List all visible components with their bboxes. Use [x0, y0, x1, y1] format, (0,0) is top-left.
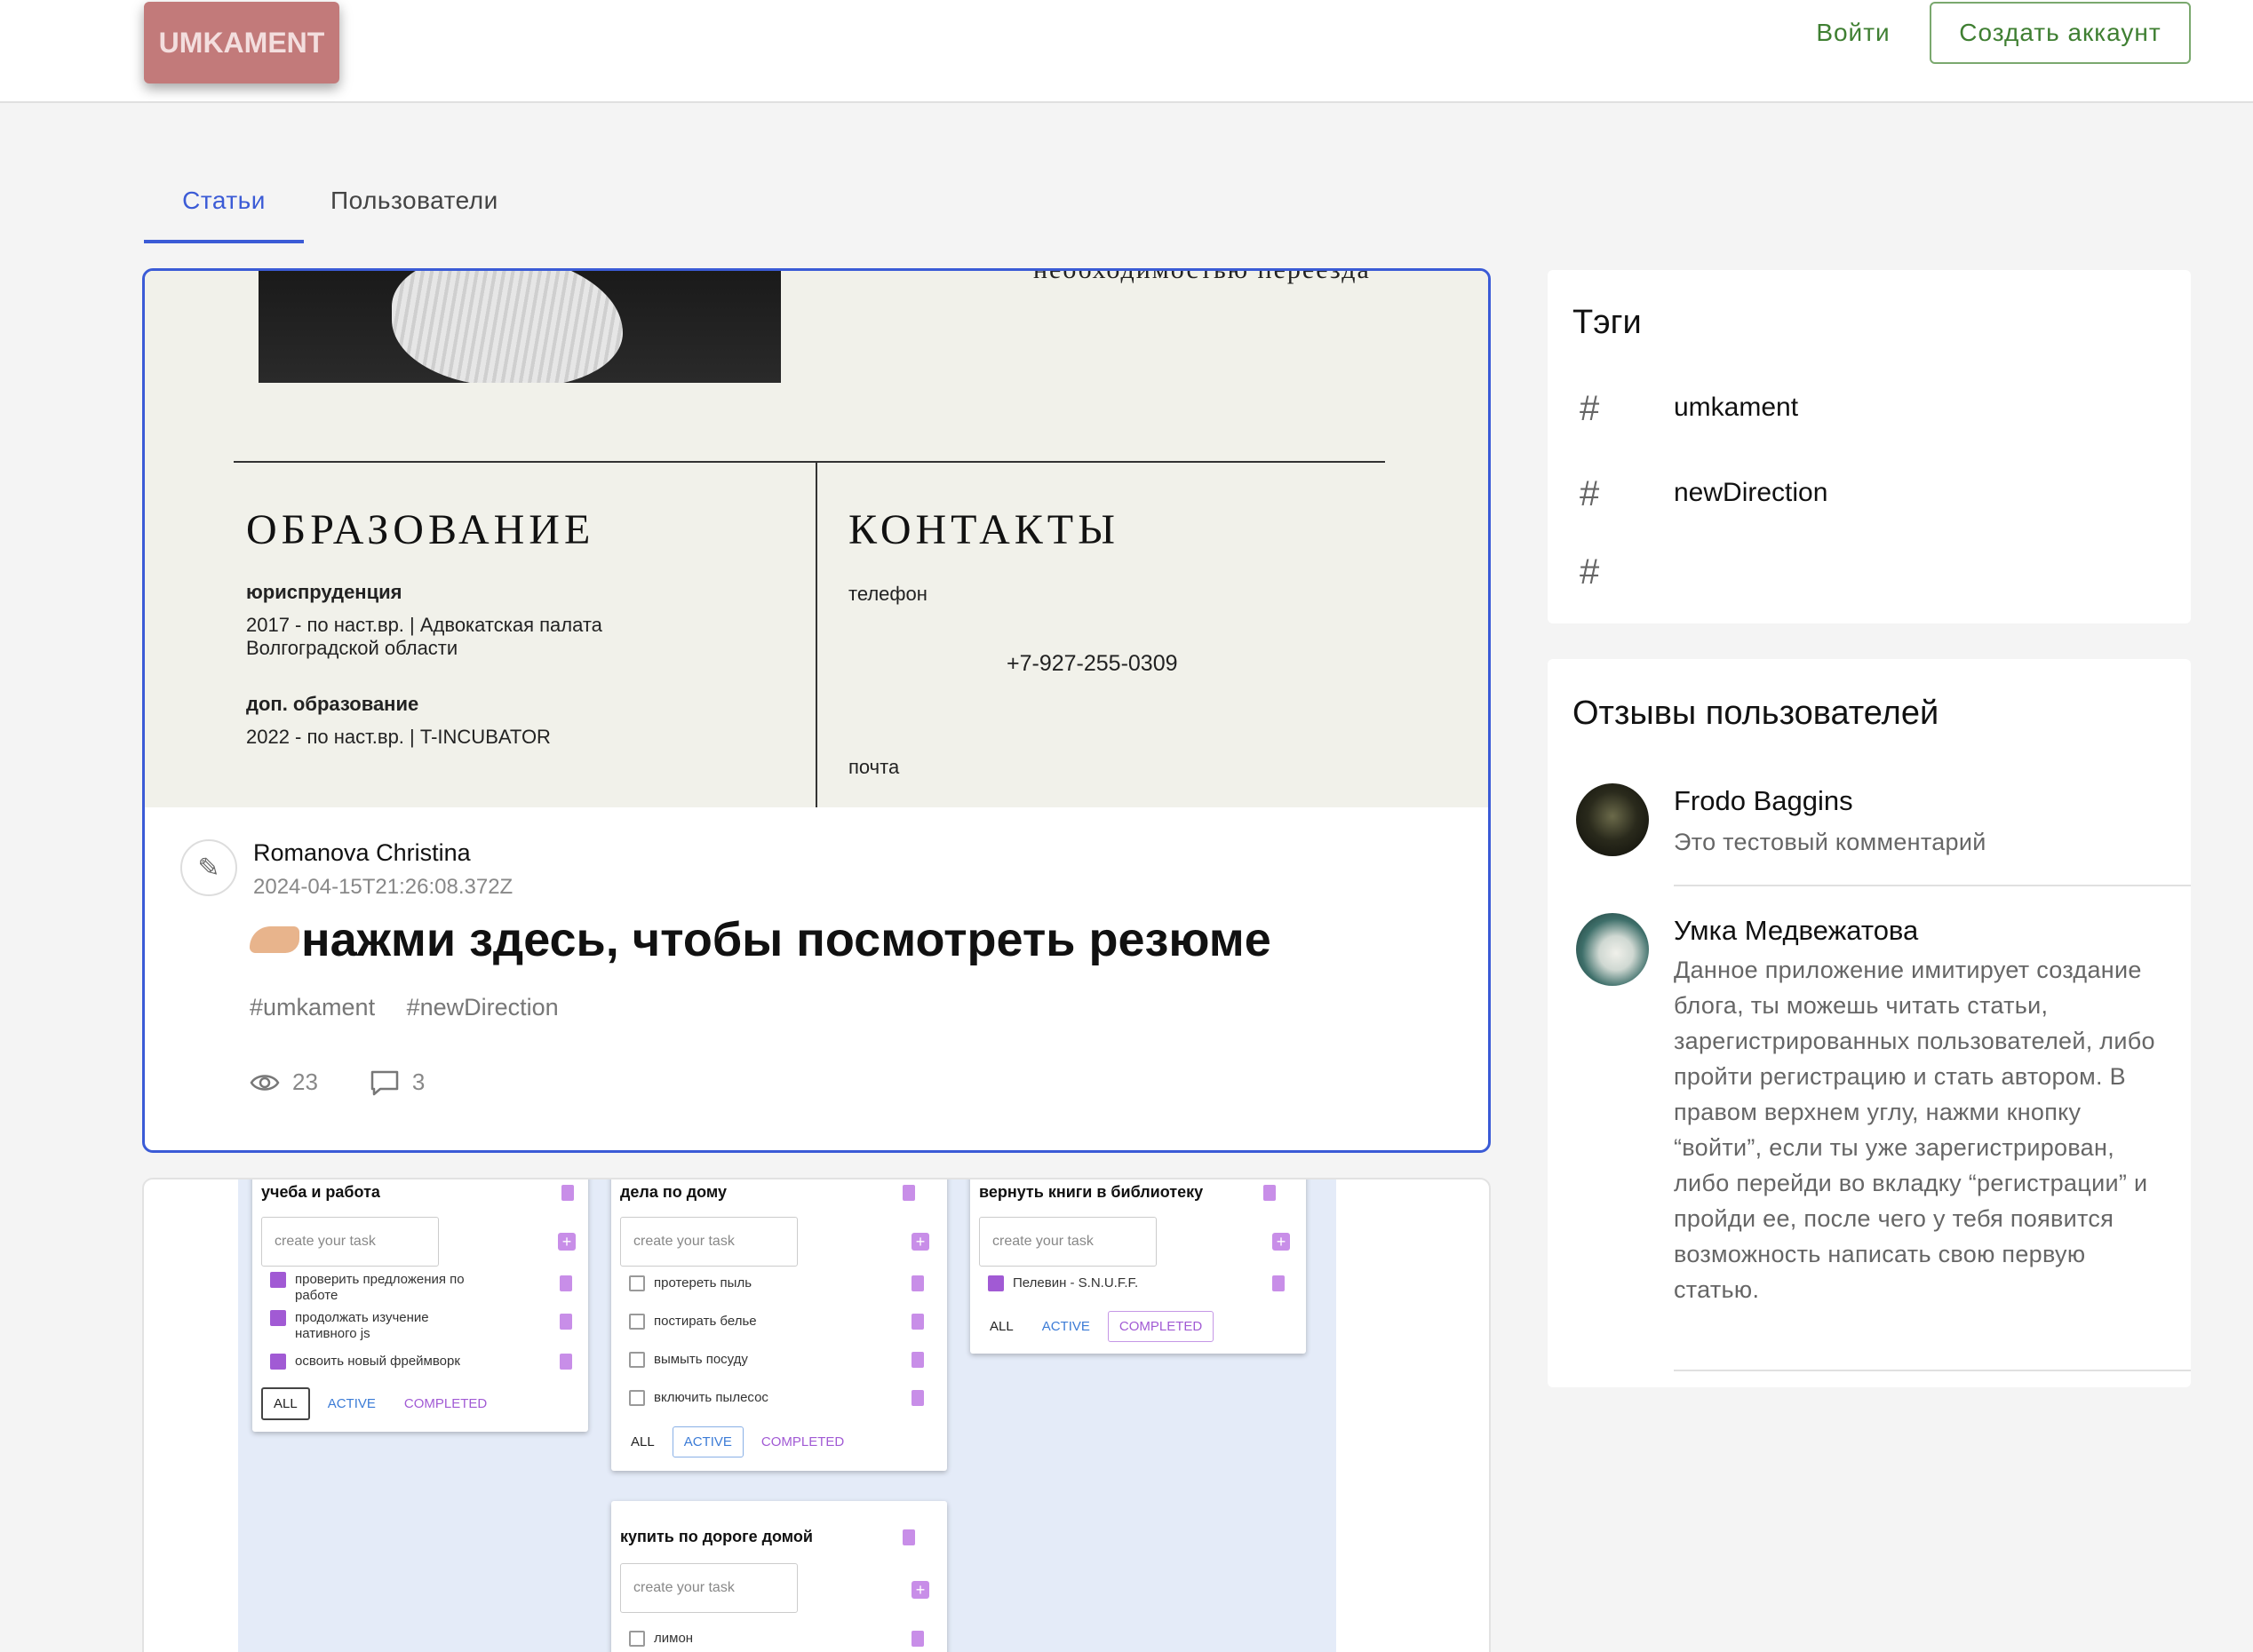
resume-text: необходимостью переезда [1033, 271, 1371, 285]
login-button[interactable]: Войти [1800, 2, 1907, 64]
trash-icon [912, 1352, 924, 1368]
todo-filters: ALL ACTIVE COMPLETED [261, 1387, 498, 1420]
article-tags: #umkament #newDirection [250, 994, 584, 1021]
author-avatar[interactable]: ✎ [180, 839, 237, 896]
add-task-icon: + [912, 1233, 929, 1251]
pointing-hand-icon [250, 925, 299, 953]
comment-icon [370, 1070, 399, 1095]
add-task-icon: + [558, 1233, 576, 1251]
trash-icon [1272, 1275, 1285, 1291]
trash-icon [560, 1354, 572, 1370]
tags-title: Тэги [1572, 304, 1642, 341]
resume-text: 2022 - по наст.вр. | T-INCUBATOR [246, 726, 551, 748]
todo-filters: ALL ACTIVE COMPLETED [620, 1426, 855, 1457]
review-text: Это тестовый комментарий [1674, 829, 1986, 855]
trash-icon [560, 1314, 572, 1330]
todo-input: create your task [620, 1563, 798, 1613]
create-account-button[interactable]: Создать аккаунт [1930, 2, 2191, 64]
todo-list-card: купить по дороге домой create your task … [611, 1501, 947, 1652]
trash-icon [560, 1275, 572, 1291]
todo-item: проверить предложения по работе [270, 1272, 499, 1304]
article-stats: 23 3 [250, 1068, 425, 1096]
eye-icon [250, 1074, 280, 1091]
article-cover-image: учеба и работа create your task + провер… [238, 1179, 1336, 1652]
review-text: Данное приложение имитирует создание бло… [1674, 957, 2155, 1303]
trash-icon [1263, 1185, 1276, 1201]
trash-icon [912, 1275, 924, 1291]
add-task-icon: + [912, 1581, 929, 1599]
resume-text: 2017 - по наст.вр. | Адвокатская палата [246, 614, 602, 636]
review-author[interactable]: Frodo Baggins [1674, 785, 1853, 817]
trash-icon [561, 1185, 574, 1201]
article-card[interactable]: необходимостью переезда ОБРАЗОВАНИЕ КОНТ… [142, 268, 1491, 1153]
tag-item[interactable]: umkament [1674, 393, 1798, 423]
hash-icon: # [1580, 389, 1600, 428]
todo-item: постирать белье [629, 1314, 757, 1330]
comments-count: 3 [411, 1068, 426, 1095]
trash-icon [903, 1185, 915, 1201]
todo-item: продолжать изучение нативного js [270, 1310, 473, 1342]
todo-item: вымыть посуду [629, 1352, 748, 1368]
reviews-panel: Отзывы пользователей Frodo Baggins Это т… [1548, 659, 2191, 1387]
article-date: 2024-04-15T21:26:08.372Z [253, 875, 513, 899]
trash-icon [903, 1529, 915, 1545]
resume-text: Волгоградской области [246, 637, 458, 659]
todo-list-card: учеба и работа create your task + провер… [252, 1179, 588, 1432]
todo-list-card: вернуть книги в библиотеку create your t… [970, 1179, 1306, 1354]
reviews-title: Отзывы пользователей [1572, 695, 1939, 732]
resume-text: юриспруденция [246, 581, 402, 603]
article-cover-image: необходимостью переезда ОБРАЗОВАНИЕ КОНТ… [145, 271, 1488, 807]
avatar[interactable] [1576, 913, 1649, 986]
todo-list-card: дела по дому create your task + протерет… [611, 1179, 947, 1471]
todo-list-title: вернуть книги в библиотеку [979, 1183, 1204, 1201]
todo-list-title: купить по дороге домой [620, 1528, 813, 1545]
hash-icon: # [1580, 474, 1600, 513]
app-header: UMKAMENT Войти Создать аккаунт [0, 0, 2253, 103]
trash-icon [912, 1314, 924, 1330]
resume-text: доп. образование [246, 693, 419, 715]
todo-item: протереть пыль [629, 1275, 752, 1291]
logo[interactable]: UMKAMENT [144, 2, 339, 83]
resume-contacts-title: КОНТАКТЫ [848, 506, 1119, 553]
review-author[interactable]: Умка Медвежатова [1674, 915, 1918, 947]
resume-text: телефон [848, 583, 927, 605]
todo-input: create your task [979, 1217, 1157, 1267]
todo-input: create your task [261, 1217, 439, 1267]
tags-panel: Тэги # umkament # newDirection # [1548, 270, 2191, 623]
trash-icon [912, 1631, 924, 1647]
resume-photo [259, 271, 781, 383]
todo-list-title: дела по дому [620, 1183, 728, 1201]
article-card[interactable]: учеба и работа create your task + провер… [142, 1178, 1491, 1652]
avatar[interactable] [1576, 783, 1649, 856]
hash-icon: # [1580, 552, 1600, 592]
views-count: 23 [292, 1068, 318, 1095]
article-title[interactable]: нажми здесь, чтобы посмотреть резюме [250, 912, 1271, 967]
tag-item[interactable]: newDirection [1674, 478, 1827, 508]
todo-filters: ALL ACTIVE COMPLETED [979, 1311, 1214, 1342]
resume-education-title: ОБРАЗОВАНИЕ [246, 506, 595, 553]
article-title-text: нажми здесь, чтобы посмотреть резюме [301, 913, 1271, 966]
article-tag[interactable]: #umkament [250, 994, 375, 1021]
todo-list-title: учеба и работа [261, 1183, 380, 1201]
todo-item: освоить новый фреймворк [270, 1354, 460, 1370]
trash-icon [912, 1390, 924, 1406]
todo-item: включить пылесос [629, 1390, 768, 1406]
add-task-icon: + [1272, 1233, 1290, 1251]
resume-text: +7-927-255-0309 [1007, 651, 1178, 676]
todo-item: лимон [629, 1631, 693, 1647]
todo-item: Пелевин - S.N.U.F.F. [988, 1275, 1138, 1291]
todo-input: create your task [620, 1217, 798, 1267]
article-tag[interactable]: #newDirection [407, 994, 559, 1021]
tab-articles[interactable]: Статьи [144, 174, 304, 243]
tab-users[interactable]: Пользователи [330, 174, 517, 243]
author-name[interactable]: Romanova Christina [253, 839, 471, 867]
resume-text: почта [848, 756, 900, 778]
